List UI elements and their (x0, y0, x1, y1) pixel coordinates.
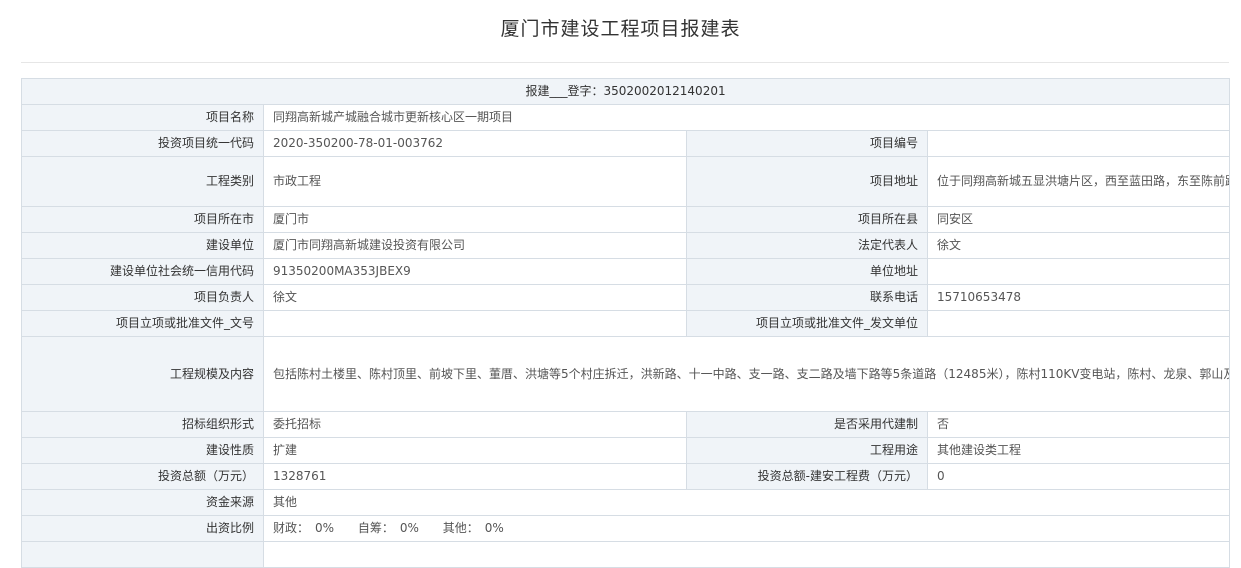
table-row: 项目负责人 徐文 联系电话 15710653478 (21, 284, 1231, 311)
field-value-bidding-form: 委托招标 (263, 411, 687, 438)
field-value-project-number (926, 130, 1231, 157)
ratio-label-fiscal: 财政： (273, 521, 310, 535)
field-value-construction-cost: 0 (926, 463, 1231, 490)
field-label-approval-doc-number: 项目立项或批准文件_文号 (21, 310, 264, 337)
table-row: 建设单位社会统一信用代码 91350200MA353JBEX9 单位地址 (21, 258, 1231, 285)
table-header-row: 报建___登字：3502002012140201 (20, 78, 1231, 105)
field-label-legal-representative: 法定代表人 (686, 232, 928, 259)
field-label-county: 项目所在县 (686, 206, 928, 233)
table-row: 投资总额（万元） 1328761 投资总额-建安工程费（万元） 0 (21, 463, 1231, 490)
field-label-project-manager: 项目负责人 (21, 284, 264, 311)
table-row (21, 541, 1231, 568)
table-row: 项目立项或批准文件_文号 项目立项或批准文件_发文单位 (21, 310, 1231, 337)
field-value-unit-address (926, 258, 1231, 285)
field-label-project-number: 项目编号 (686, 130, 928, 157)
field-label-credit-code: 建设单位社会统一信用代码 (21, 258, 264, 285)
field-label-phone: 联系电话 (686, 284, 928, 311)
title-divider (21, 62, 1229, 63)
project-registration-table: 报建___登字：3502002012140201 项目名称 同翔高新城产城融合城… (20, 78, 1231, 568)
field-label-project-address: 项目地址 (686, 156, 928, 207)
field-label-construction-nature: 建设性质 (21, 437, 264, 464)
field-label-city: 项目所在市 (21, 206, 264, 233)
table-row: 工程类别 市政工程 项目地址 位于同翔高新城五显洪塘片区，西至蓝田路，东至陈前路… (21, 156, 1231, 207)
field-value-phone: 15710653478 (926, 284, 1231, 311)
field-label-funding-ratio: 出资比例 (21, 515, 264, 542)
field-value-agent-construction: 否 (926, 411, 1231, 438)
field-label-fund-source: 资金来源 (21, 489, 264, 516)
field-label-bidding-form: 招标组织形式 (21, 411, 264, 438)
field-value-approval-doc-number (263, 310, 687, 337)
registration-number: 报建___登字：3502002012140201 (20, 78, 1231, 105)
field-label-project-category: 工程类别 (21, 156, 264, 207)
ratio-value-fiscal: 0% (315, 521, 335, 535)
table-row: 项目所在市 厦门市 项目所在县 同安区 (21, 206, 1231, 233)
field-value-investment-code: 2020-350200-78-01-003762 (263, 130, 687, 157)
field-value-project-name: 同翔高新城产城融合城市更新核心区一期项目 (262, 104, 1231, 131)
table-row-cutoff-value (262, 541, 1231, 568)
ratio-label-other: 其他： (442, 521, 479, 535)
table-row-cutoff (21, 541, 264, 568)
field-value-project-use: 其他建设类工程 (926, 437, 1231, 464)
field-value-legal-representative: 徐文 (926, 232, 1231, 259)
field-value-city: 厦门市 (263, 206, 687, 233)
field-value-county: 同安区 (926, 206, 1231, 233)
field-value-construction-unit: 厦门市同翔高新城建设投资有限公司 (263, 232, 687, 259)
table-row: 资金来源 其他 (21, 489, 1231, 516)
field-label-agent-construction: 是否采用代建制 (686, 411, 928, 438)
field-value-credit-code: 91350200MA353JBEX9 (263, 258, 687, 285)
field-label-investment-code: 投资项目统一代码 (21, 130, 264, 157)
table-row: 工程规模及内容 包括陈村土楼里、陈村顶里、前坡下里、董厝、洪塘等5个村庄拆迁，洪… (21, 336, 1231, 412)
field-label-project-use: 工程用途 (686, 437, 928, 464)
field-value-project-scope: 包括陈村土楼里、陈村顶里、前坡下里、董厝、洪塘等5个村庄拆迁，洪新路、十一中路、… (262, 336, 1231, 412)
table-row: 项目名称 同翔高新城产城融合城市更新核心区一期项目 (21, 104, 1231, 131)
ratio-label-self-raised: 自筹： (357, 521, 394, 535)
field-label-unit-address: 单位地址 (686, 258, 928, 285)
ratio-value-other: 0% (484, 521, 504, 535)
field-label-construction-unit: 建设单位 (21, 232, 264, 259)
field-value-approval-issuer (926, 310, 1231, 337)
field-label-project-name: 项目名称 (21, 104, 264, 131)
field-value-construction-nature: 扩建 (263, 437, 687, 464)
field-label-total-investment: 投资总额（万元） (21, 463, 264, 490)
ratio-value-self-raised: 0% (399, 521, 419, 535)
table-row: 投资项目统一代码 2020-350200-78-01-003762 项目编号 (21, 130, 1231, 157)
field-value-fund-source: 其他 (262, 489, 1231, 516)
table-row: 建设性质 扩建 工程用途 其他建设类工程 (21, 437, 1231, 464)
table-row: 建设单位 厦门市同翔高新城建设投资有限公司 法定代表人 徐文 (21, 232, 1231, 259)
page-title: 厦门市建设工程项目报建表 (500, 18, 741, 40)
field-value-funding-ratio: 财政： 0% 自筹： 0% 其他： 0% (262, 515, 1231, 542)
table-row: 出资比例 财政： 0% 自筹： 0% 其他： 0% (21, 515, 1231, 542)
field-label-project-scope: 工程规模及内容 (21, 336, 264, 412)
field-label-approval-issuer: 项目立项或批准文件_发文单位 (686, 310, 928, 337)
field-value-total-investment: 1328761 (263, 463, 687, 490)
field-value-project-address: 位于同翔高新城五显洪塘片区，西至蓝田路，东至陈前路，北至郭山南路，南至康浔路 (926, 156, 1231, 207)
field-value-project-manager: 徐文 (263, 284, 687, 311)
field-value-project-category: 市政工程 (263, 156, 687, 207)
table-row: 招标组织形式 委托招标 是否采用代建制 否 (21, 411, 1231, 438)
field-label-construction-cost: 投资总额-建安工程费（万元） (686, 463, 928, 490)
